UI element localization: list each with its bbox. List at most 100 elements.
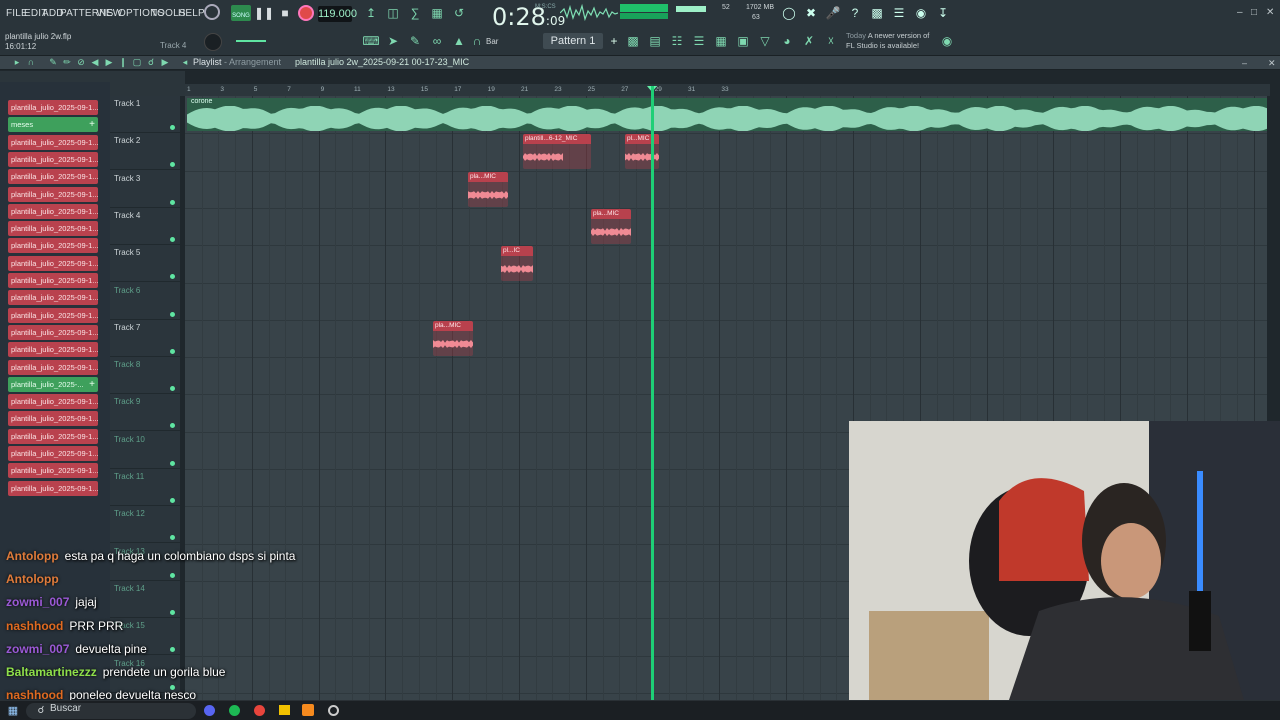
track-header[interactable]: Track 14 bbox=[110, 581, 180, 618]
track-enable-icon[interactable] bbox=[170, 460, 175, 466]
pattern-selector[interactable]: Pattern 1 bbox=[543, 33, 603, 49]
track-enable-icon[interactable] bbox=[170, 535, 175, 541]
picker-item[interactable]: plantilla_julio_2025-09-1... bbox=[8, 428, 98, 444]
browser-icon[interactable]: ▦ bbox=[712, 32, 730, 50]
track-enable-icon[interactable] bbox=[170, 609, 175, 615]
magnet-snap-icon[interactable]: ∩ bbox=[22, 53, 40, 71]
track-header[interactable]: Track 5 bbox=[110, 245, 180, 283]
metronome-icon[interactable]: ↥ bbox=[362, 4, 380, 22]
track-enable-icon[interactable] bbox=[170, 647, 175, 653]
pattern-clip[interactable]: pl...IC bbox=[501, 246, 533, 281]
picker-item[interactable]: plantilla_julio_2025-09-1... bbox=[8, 290, 98, 306]
track-header[interactable]: Track 10 bbox=[110, 432, 180, 469]
save-icon[interactable]: ▩ bbox=[868, 4, 886, 22]
picker-item[interactable]: plantilla_julio_2025-09-1... bbox=[8, 238, 98, 254]
picker-item[interactable]: plantilla_julio_2025-09-1... bbox=[8, 203, 98, 219]
news-panel[interactable]: Today A newer version of FL Studio is av… bbox=[846, 31, 929, 51]
draw-tool-icon[interactable]: ✎ bbox=[406, 32, 424, 50]
menu-help[interactable]: HELP bbox=[178, 8, 205, 19]
countdown-icon[interactable]: ∑ bbox=[406, 4, 424, 22]
close-icon[interactable]: ✕ bbox=[1266, 7, 1274, 18]
picker-item[interactable]: plantilla_julio_2025-09-1... bbox=[8, 221, 98, 237]
wait-for-input-icon[interactable]: ◫ bbox=[384, 4, 402, 22]
picker-item[interactable]: plantilla_julio_2025-09-1... bbox=[8, 411, 98, 427]
fl-studio-icon[interactable] bbox=[302, 704, 314, 716]
track-enable-icon[interactable] bbox=[170, 386, 175, 392]
master-volume-slider[interactable] bbox=[236, 40, 266, 42]
stop-icon[interactable]: ■ bbox=[276, 4, 294, 22]
picker-item[interactable]: plantilla_julio_2025-09-1... bbox=[8, 463, 98, 479]
pattern-clip[interactable]: pla...MIC bbox=[591, 209, 631, 244]
add-pattern-icon[interactable]: + bbox=[605, 32, 623, 50]
picker-item[interactable]: meses + bbox=[8, 117, 98, 133]
pause-icon[interactable]: ❚❚ bbox=[254, 4, 274, 22]
minimize-icon[interactable]: – bbox=[1237, 7, 1243, 18]
spotify-icon[interactable] bbox=[229, 705, 240, 716]
edison-icon[interactable]: ▽ bbox=[756, 32, 774, 50]
timeline-ruler[interactable]: 1 3 5 7 9 11 13 15 17 19 21 23 25 27 29 31 33 bbox=[185, 84, 1270, 96]
chat-icon[interactable]: ◉ bbox=[912, 4, 930, 22]
track-enable-icon[interactable] bbox=[170, 348, 175, 354]
picker-item[interactable]: plantilla_julio_2025-09-1... bbox=[8, 186, 98, 202]
picker-item[interactable]: plantilla_julio_2025-09-1... bbox=[8, 324, 98, 340]
online-icon[interactable]: ◯ bbox=[780, 4, 798, 22]
plugin-picker-icon[interactable]: ▣ bbox=[734, 32, 752, 50]
picker-item[interactable]: plantilla_julio_2025-09-1... bbox=[8, 480, 98, 496]
picker-item[interactable]: plantilla_julio_2025-09-1... bbox=[8, 255, 98, 271]
mixer-icon[interactable]: ☰ bbox=[890, 4, 908, 22]
picker-item[interactable]: plantilla_julio_2025-09-1... bbox=[8, 100, 98, 115]
pattern-clip[interactable]: pla...MIC bbox=[433, 321, 473, 356]
track-header[interactable]: Track 12 bbox=[110, 506, 180, 544]
picker-item[interactable]: plantilla_julio_2025-... + bbox=[8, 376, 98, 392]
chrome-icon[interactable] bbox=[254, 705, 265, 716]
track-enable-icon[interactable] bbox=[170, 423, 175, 429]
file-explorer-icon[interactable] bbox=[279, 705, 290, 715]
picker-item[interactable]: plantilla_julio_2025-09-1... bbox=[8, 169, 98, 185]
track-enable-icon[interactable] bbox=[170, 572, 175, 578]
step-edit-icon[interactable]: ▦ bbox=[428, 4, 446, 22]
song-mode-toggle[interactable]: SONG bbox=[231, 5, 251, 21]
track-header[interactable]: Track 4 bbox=[110, 208, 180, 245]
track-enable-icon[interactable] bbox=[170, 311, 175, 317]
plus-icon[interactable]: + bbox=[89, 117, 95, 132]
playlist-minimize-icon[interactable]: – bbox=[1242, 58, 1247, 68]
playlist-icon[interactable]: ▩ bbox=[624, 32, 642, 50]
magnet-icon[interactable]: ∩ bbox=[468, 32, 486, 50]
picker-item[interactable]: plantilla_julio_2025-09-1... bbox=[8, 151, 98, 167]
tempo-display[interactable]: 119.000 bbox=[318, 6, 357, 22]
track-header[interactable]: Track 6 bbox=[110, 283, 180, 320]
track-header[interactable]: Track 11 bbox=[110, 469, 180, 506]
windows-start-icon[interactable]: ▦ bbox=[4, 702, 22, 720]
master-pitch-knob[interactable] bbox=[204, 33, 222, 51]
audio-clip-corone[interactable]: corone bbox=[187, 98, 1267, 131]
discord-icon[interactable] bbox=[204, 705, 215, 716]
snap-selector[interactable]: Bar bbox=[486, 37, 498, 46]
track-header[interactable]: Track 2 bbox=[110, 133, 180, 171]
template-icon[interactable]: ✗ bbox=[800, 32, 818, 50]
mixer-view-icon[interactable]: ☰ bbox=[690, 32, 708, 50]
download-icon[interactable]: ↧ bbox=[934, 4, 952, 22]
help-icon[interactable]: ? bbox=[846, 4, 864, 22]
playlist-close-icon[interactable]: ✕ bbox=[1268, 58, 1276, 69]
pattern-clip[interactable]: plantill...6-12_MIC bbox=[523, 134, 591, 169]
playlist-snap-icon[interactable]: ➤ bbox=[384, 32, 402, 50]
track-enable-icon[interactable] bbox=[170, 125, 175, 130]
mic-icon[interactable]: 🎤 bbox=[824, 4, 842, 22]
update-icon[interactable]: ◉ bbox=[938, 32, 956, 50]
track-header[interactable]: Track 7 bbox=[110, 320, 180, 357]
picker-item[interactable]: plantilla_julio_2025-09-1... bbox=[8, 342, 98, 358]
typing-keyboard-icon[interactable]: ⌨ bbox=[362, 32, 380, 50]
picker-item[interactable]: plantilla_julio_2025-09-1... bbox=[8, 394, 98, 410]
playhead[interactable] bbox=[651, 86, 654, 700]
pattern-clip[interactable]: pla...MIC bbox=[468, 172, 508, 207]
picker-item[interactable]: plantilla_julio_2025-09-1... bbox=[8, 273, 98, 288]
loop-record-icon[interactable]: ↺ bbox=[450, 4, 468, 22]
playback-tool-icon[interactable]: ▶ bbox=[156, 53, 174, 71]
playlist-pattern-name[interactable]: plantilla julio 2w_2025-09-21 00-17-23_M… bbox=[295, 57, 469, 67]
track-enable-icon[interactable] bbox=[170, 199, 175, 205]
maximize-icon[interactable]: □ bbox=[1251, 7, 1257, 18]
track-header[interactable]: Track 9 bbox=[110, 394, 180, 432]
picker-item[interactable]: plantilla_julio_2025-09-1... bbox=[8, 359, 98, 375]
plugin-icon[interactable]: ✖ bbox=[802, 4, 820, 22]
channel-rack-icon[interactable]: ☷ bbox=[668, 32, 686, 50]
